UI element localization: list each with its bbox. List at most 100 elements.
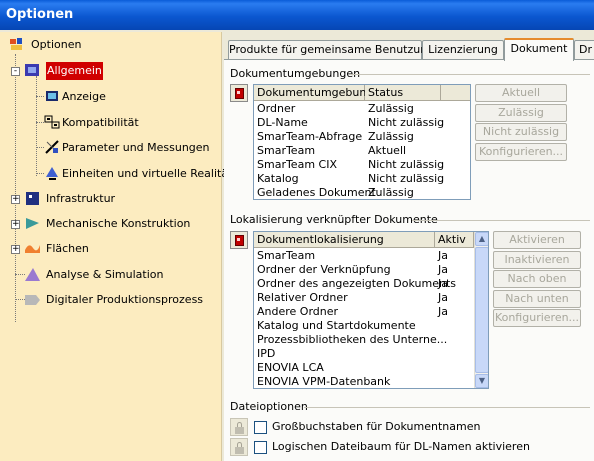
tree-connector bbox=[36, 76, 37, 176]
loc-row-name[interactable]: ENOVIA LCA bbox=[254, 361, 324, 375]
window-title: Optionen bbox=[6, 7, 74, 22]
surfaces-icon bbox=[24, 240, 41, 257]
group-title-env: Dokumentumgebungen bbox=[230, 67, 361, 80]
zulaessig-button[interactable]: Zulässig bbox=[475, 104, 567, 122]
env-row-status[interactable]: Nicht zulässig bbox=[365, 158, 444, 172]
scroll-up-icon[interactable]: ▲ bbox=[475, 232, 488, 246]
units-vr-icon bbox=[44, 165, 61, 182]
env-table[interactable]: Dokumentumgebung Status Ordner Zulässig … bbox=[253, 84, 471, 200]
tree-item-label: Anzeige bbox=[62, 90, 106, 103]
tree-connector bbox=[36, 122, 44, 123]
tree-connector bbox=[36, 96, 44, 97]
konfigurieren-loc-button[interactable]: Konfigurieren... bbox=[493, 309, 581, 327]
general-icon bbox=[24, 62, 41, 79]
env-row-name[interactable]: Geladenes Dokument bbox=[254, 186, 376, 199]
compatibility-icon bbox=[44, 114, 61, 131]
expand-icon[interactable]: + bbox=[11, 195, 20, 204]
collapse-icon[interactable]: - bbox=[11, 67, 20, 76]
env-row-status[interactable]: Zulässig bbox=[365, 130, 414, 144]
inaktivieren-button[interactable]: Inaktivieren bbox=[493, 251, 581, 269]
group-rule bbox=[350, 74, 590, 75]
loc-table[interactable]: Dokumentlokalisierung Aktiv SmarTeam Ja … bbox=[253, 231, 489, 389]
expand-icon[interactable]: + bbox=[11, 245, 20, 254]
env-red-button[interactable] bbox=[230, 84, 248, 102]
loc-row-name[interactable]: Relativer Ordner bbox=[254, 291, 348, 305]
env-row-status[interactable]: Zulässig bbox=[365, 186, 414, 199]
grossbuchstaben-checkbox[interactable] bbox=[254, 421, 267, 434]
nach-unten-button[interactable]: Nach unten bbox=[493, 290, 581, 308]
env-row-name[interactable]: SmarTeam bbox=[254, 144, 315, 158]
mechanical-design-icon bbox=[24, 215, 41, 232]
options-root-icon bbox=[8, 36, 25, 53]
loc-scrollbar[interactable]: ▲ ▼ bbox=[474, 232, 488, 388]
nach-oben-button[interactable]: Nach oben bbox=[493, 270, 581, 288]
tab-lizenzierung[interactable]: Lizenzierung bbox=[422, 40, 504, 60]
loc-row-name[interactable]: Ordner der Verknüpfung bbox=[254, 263, 391, 277]
tree-item-label: Infrastruktur bbox=[46, 192, 116, 205]
loc-row-active[interactable]: Ja bbox=[435, 263, 448, 277]
logischer-dateibaum-checkbox[interactable] bbox=[254, 441, 267, 454]
tab-strip: Produkte für gemeinsame Benutzung Lizenz… bbox=[224, 38, 594, 61]
options-content: Produkte für gemeinsame Benutzung Lizenz… bbox=[224, 32, 594, 461]
group-rule bbox=[304, 407, 590, 408]
env-row-name[interactable]: Ordner bbox=[254, 102, 295, 116]
loc-row-name[interactable]: ENOVIA VPM-Datenbank bbox=[254, 375, 390, 388]
env-col-header[interactable]: Dokumentumgebung bbox=[254, 85, 373, 101]
loc-row-name[interactable]: IPD bbox=[254, 347, 275, 361]
tree-root-label: Optionen bbox=[31, 38, 82, 51]
tree-item-label: Einheiten und virtuelle Realität bbox=[62, 167, 233, 180]
loc-col-header[interactable]: Aktiv bbox=[435, 232, 474, 248]
tab-dokument[interactable]: Dokument bbox=[504, 38, 574, 61]
loc-row-active[interactable]: Ja bbox=[435, 249, 448, 263]
tree-item-label: Analyse & Simulation bbox=[46, 268, 164, 281]
loc-row-active[interactable]: Ja bbox=[435, 291, 448, 305]
konfigurieren-env-button[interactable]: Konfigurieren... bbox=[475, 143, 567, 161]
group-rule bbox=[412, 220, 590, 221]
expand-icon[interactable]: + bbox=[11, 220, 20, 229]
tree-item-label: Parameter und Messungen bbox=[62, 141, 210, 154]
env-row-name[interactable]: SmarTeam CIX bbox=[254, 158, 337, 172]
digital-production-icon bbox=[24, 291, 41, 308]
scroll-thumb[interactable] bbox=[475, 247, 488, 373]
env-row-status[interactable]: Zulässig bbox=[365, 102, 414, 116]
loc-row-name[interactable]: SmarTeam bbox=[254, 249, 315, 263]
nicht-zulaessig-button[interactable]: Nicht zulässig bbox=[475, 123, 567, 141]
loc-red-button[interactable] bbox=[230, 231, 248, 249]
aktivieren-button[interactable]: Aktivieren bbox=[493, 231, 581, 249]
tree-item-allgemein[interactable]: - Allgemein bbox=[8, 62, 208, 80]
logischer-dateibaum-label: Logischen Dateibaum für DL-Namen aktivie… bbox=[272, 440, 530, 453]
env-row-name[interactable]: SmarTeam-Abfrage bbox=[254, 130, 362, 144]
display-icon bbox=[44, 88, 61, 105]
env-row-status[interactable]: Nicht zulässig bbox=[365, 172, 444, 186]
loc-row-name[interactable]: Katalog und Startdokumente bbox=[254, 319, 416, 333]
loc-row-name[interactable]: Andere Ordner bbox=[254, 305, 338, 319]
env-row-name[interactable]: DL-Name bbox=[254, 116, 308, 130]
tree-item-label: Flächen bbox=[46, 242, 89, 255]
lock-icon[interactable] bbox=[230, 438, 248, 456]
loc-row-name[interactable]: Ordner des angezeigten Dokuments bbox=[254, 277, 456, 291]
infrastructure-icon bbox=[24, 190, 41, 207]
group-title-loc: Lokalisierung verknüpfter Dokumente bbox=[230, 213, 438, 226]
tab-produkte[interactable]: Produkte für gemeinsame Benutzung bbox=[228, 40, 434, 60]
group-title-file: Dateioptionen bbox=[230, 400, 308, 413]
loc-row-active[interactable]: Ja bbox=[435, 277, 448, 291]
lock-icon[interactable] bbox=[230, 418, 248, 436]
tree-item-label: Digitaler Produktionsprozess bbox=[46, 293, 204, 306]
tree-item-label: Allgemein bbox=[46, 62, 103, 80]
env-row-status[interactable]: Aktuell bbox=[365, 144, 406, 158]
env-row-status[interactable]: Nicht zulässig bbox=[365, 116, 444, 130]
loc-row-active[interactable]: Ja bbox=[435, 305, 448, 319]
tab-dr[interactable]: Dr bbox=[574, 40, 594, 60]
tree-item-label: Kompatibilität bbox=[62, 116, 139, 129]
scroll-down-icon[interactable]: ▼ bbox=[475, 374, 488, 388]
window-title-bar[interactable]: Optionen bbox=[0, 0, 594, 30]
aktuell-button[interactable]: Aktuell bbox=[475, 84, 567, 102]
loc-row-name[interactable]: Prozessbibliotheken des Unterne... bbox=[254, 333, 447, 347]
options-tree[interactable]: Optionen - Allgemein Anzeige Kompatibili… bbox=[0, 32, 232, 461]
option-grossbuchstaben[interactable]: Großbuchstaben für Dokumentnamen bbox=[230, 418, 570, 436]
env-row-name[interactable]: Katalog bbox=[254, 172, 299, 186]
option-logischer-dateibaum[interactable]: Logischen Dateibaum für DL-Namen aktivie… bbox=[230, 438, 570, 456]
loc-col-header[interactable]: Dokumentlokalisierung bbox=[254, 232, 435, 248]
grossbuchstaben-label: Großbuchstaben für Dokumentnamen bbox=[272, 420, 481, 433]
env-col-header[interactable]: Status bbox=[365, 85, 441, 101]
